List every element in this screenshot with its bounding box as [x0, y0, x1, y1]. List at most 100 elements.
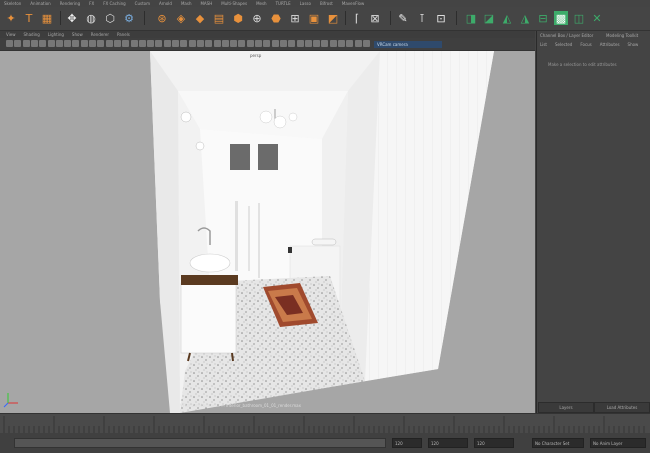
channel-box-button[interactable]: Layers	[538, 402, 594, 413]
measure-icon[interactable]: ⊕	[250, 11, 264, 25]
green-tool-5-icon[interactable]: ⊟	[536, 11, 550, 25]
extrude-icon[interactable]: ◆	[193, 11, 207, 25]
sphere-icon[interactable]: ◍	[84, 11, 98, 25]
viewport-menu-item[interactable]: Show	[72, 32, 83, 37]
wrap-icon[interactable]: ⊠	[368, 11, 382, 25]
viewport-menu-item[interactable]: Lighting	[48, 32, 64, 37]
menu-item[interactable]: Mash	[181, 1, 192, 6]
bridge-icon[interactable]: ▤	[212, 11, 226, 25]
viewport-tool-icon[interactable]	[205, 40, 213, 47]
channel-box-tab[interactable]: Attributes	[600, 42, 620, 47]
viewport-tool-icon[interactable]	[80, 40, 88, 47]
viewport-tool-icon[interactable]	[97, 40, 105, 47]
viewport-tool-icon[interactable]	[180, 40, 188, 47]
viewport-tool-icon[interactable]	[288, 40, 296, 47]
viewport-menu-item[interactable]: Panels	[117, 32, 130, 37]
viewport-tool-icon[interactable]	[362, 40, 370, 47]
bracket-icon[interactable]: ⌈	[350, 11, 364, 25]
channel-box-tab[interactable]: Selected	[555, 42, 572, 47]
viewport-tool-icon[interactable]	[72, 40, 80, 47]
viewport-tool-icon[interactable]	[22, 40, 30, 47]
render-icon[interactable]: ⚙	[122, 11, 136, 25]
menu-item[interactable]: Rendering	[60, 1, 80, 6]
range-slider-track[interactable]	[14, 438, 386, 448]
menu-item[interactable]: Bifrost	[320, 1, 333, 6]
green-tool-3-icon[interactable]: ◭	[500, 11, 514, 25]
uv-icon[interactable]: ⊞	[288, 11, 302, 25]
viewport-tool-icon[interactable]	[271, 40, 279, 47]
viewport-tool-icon[interactable]	[213, 40, 221, 47]
viewport-tool-icon[interactable]	[313, 40, 321, 47]
viewport-tool-icon[interactable]	[39, 40, 47, 47]
menu-item[interactable]: Mesh	[256, 1, 267, 6]
viewport-tool-icon[interactable]	[14, 40, 22, 47]
viewport-tool-icon[interactable]	[55, 40, 63, 47]
viewport-tool-icon[interactable]	[130, 40, 138, 47]
menu-item[interactable]: FX Caching	[103, 1, 125, 6]
viewport-tool-icon[interactable]	[238, 40, 246, 47]
lasso-icon[interactable]: ⊛	[155, 11, 169, 25]
channel-box-tab[interactable]: Focus	[580, 42, 591, 47]
viewport-tool-icon[interactable]	[6, 40, 13, 47]
viewport-tool-icon[interactable]	[64, 40, 72, 47]
menu-item[interactable]: Multi-Shapes	[221, 1, 247, 6]
viewport-tool-icon[interactable]	[321, 40, 329, 47]
menu-item[interactable]: MavenFlow	[342, 1, 364, 6]
viewport-menu-item[interactable]: Renderer	[91, 32, 109, 37]
pen-icon[interactable]: ✎	[396, 11, 410, 25]
anim-layer-dropdown[interactable]: No Anim Layer	[590, 438, 646, 448]
menu-item[interactable]: FX	[89, 1, 94, 6]
viewport-tool-icon[interactable]	[304, 40, 312, 47]
viewport-tool-icon[interactable]	[113, 40, 121, 47]
mesh-icon[interactable]: ⬡	[103, 11, 117, 25]
menu-item[interactable]: MASH	[200, 1, 212, 6]
viewport-menu-item[interactable]: View	[6, 32, 16, 37]
node-icon[interactable]: ⊡	[434, 11, 448, 25]
viewport-tool-icon[interactable]	[155, 40, 163, 47]
menu-item[interactable]: TURTLE	[276, 1, 291, 6]
bevel-icon[interactable]: ◈	[174, 11, 188, 25]
viewport-tool-icon[interactable]	[122, 40, 130, 47]
viewport-tool-icon[interactable]	[172, 40, 179, 47]
viewport-tool-icon[interactable]	[255, 40, 262, 47]
script-icon[interactable]: ⬢	[231, 11, 245, 25]
viewport-tool-icon[interactable]	[147, 40, 155, 47]
3d-viewport[interactable]	[0, 51, 535, 413]
character-set-dropdown[interactable]: No Character Set	[532, 438, 584, 448]
viewport-tool-icon[interactable]	[338, 40, 345, 47]
viewport-tool-icon[interactable]	[263, 40, 271, 47]
menu-item[interactable]: Animation	[30, 1, 50, 6]
close-x-icon[interactable]: ✕	[590, 11, 604, 25]
viewport-tool-icon[interactable]	[89, 40, 96, 47]
green-tool-4-icon[interactable]: ◮	[518, 11, 532, 25]
transform-icon[interactable]: ✥	[65, 11, 79, 25]
display-icon[interactable]: ▣	[307, 11, 321, 25]
green-tool-2-icon[interactable]: ◪	[482, 11, 496, 25]
current-frame-field[interactable]: 120	[428, 438, 468, 448]
camera-field[interactable]: VRCam camera	[374, 41, 442, 48]
viewport-tool-icon[interactable]	[346, 40, 354, 47]
start-frame-field[interactable]: 120	[392, 438, 422, 448]
grid-icon[interactable]: ▦	[40, 11, 54, 25]
viewport-tool-icon[interactable]	[296, 40, 304, 47]
menu-item[interactable]: Lasso	[300, 1, 311, 6]
viewport-tool-icon[interactable]	[221, 40, 229, 47]
viewport-tool-icon[interactable]	[230, 40, 238, 47]
time-slider[interactable]	[0, 413, 650, 434]
viewport-tool-icon[interactable]	[138, 40, 146, 47]
menu-item[interactable]: Skeleton	[4, 1, 21, 6]
constraint-icon[interactable]: ⬣	[269, 11, 283, 25]
channel-box-button[interactable]: Load Attributes	[594, 402, 650, 413]
green-tool-1-icon[interactable]: ◨	[464, 11, 478, 25]
checker-icon[interactable]: ▩	[554, 11, 568, 25]
viewport-tool-icon[interactable]	[279, 40, 287, 47]
viewport-tool-icon[interactable]	[47, 40, 55, 47]
menu-item[interactable]: Custom	[135, 1, 150, 6]
move-tool-icon[interactable]: ✦	[4, 11, 18, 25]
layer-icon[interactable]: ◩	[326, 11, 340, 25]
viewport-tool-icon[interactable]	[105, 40, 113, 47]
viewport-tool-icon[interactable]	[163, 40, 171, 47]
ruler-icon[interactable]: ⊺	[415, 11, 429, 25]
viewport-tool-icon[interactable]	[354, 40, 362, 47]
menu-item[interactable]: Arnold	[159, 1, 172, 6]
